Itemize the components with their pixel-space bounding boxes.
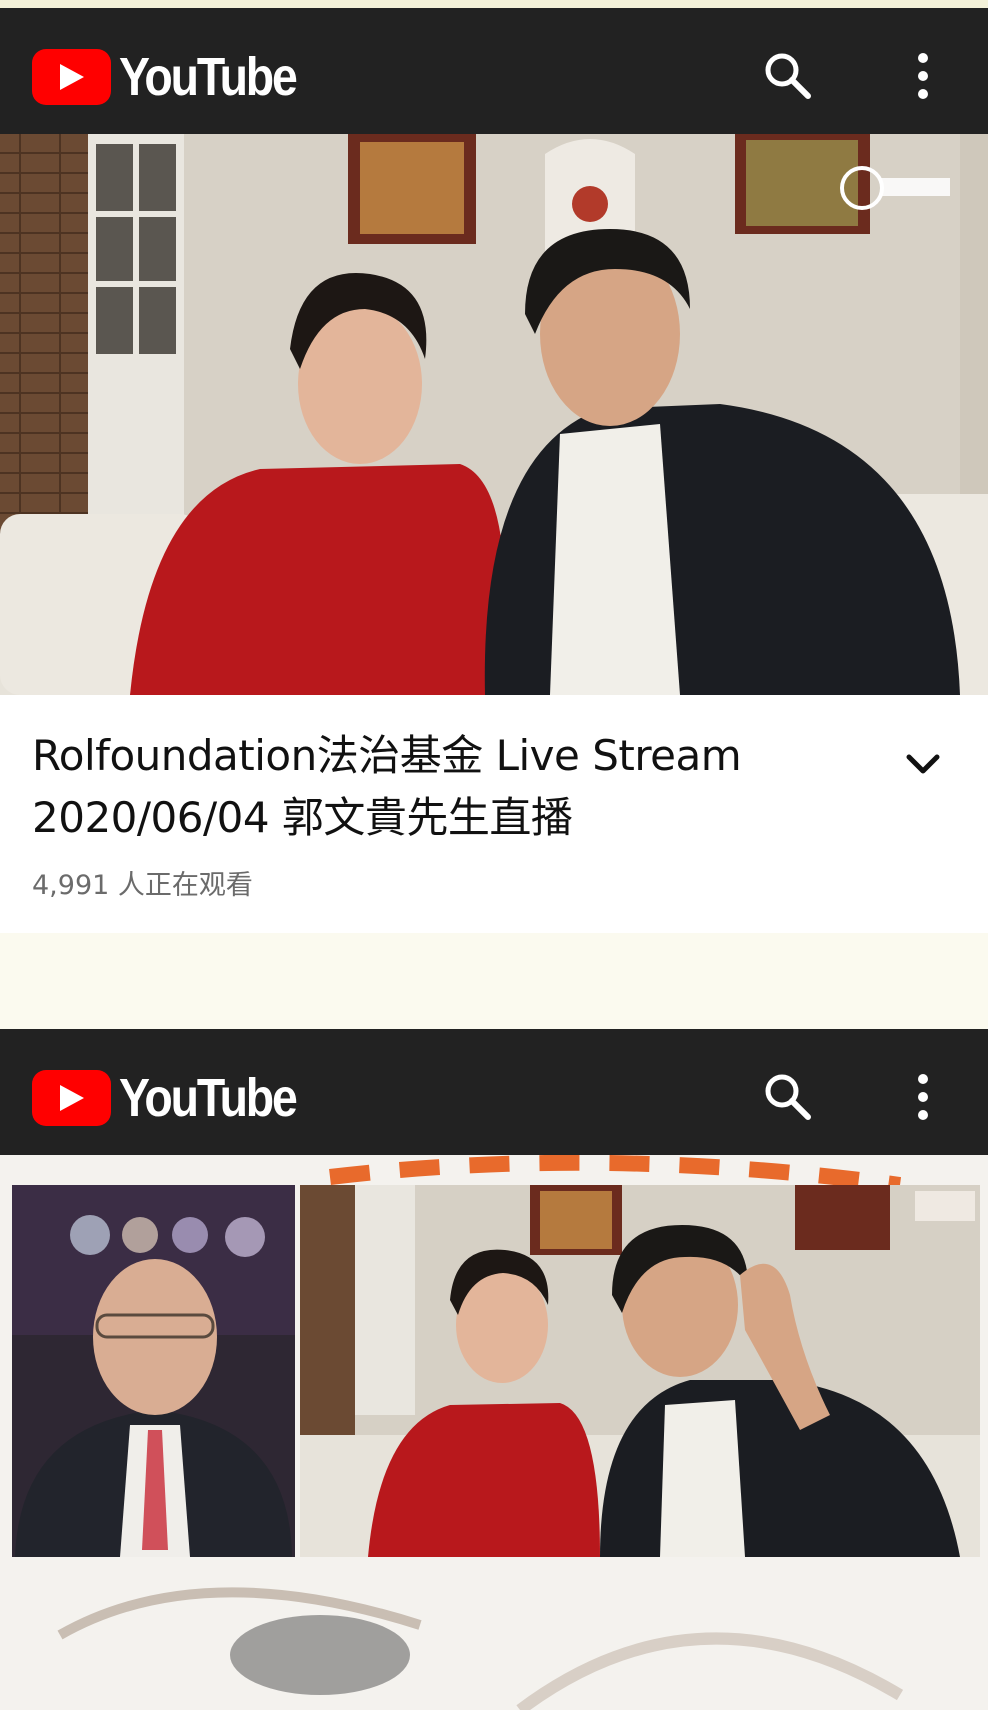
video-frame xyxy=(0,134,988,695)
youtube-play-icon xyxy=(32,49,111,105)
expand-description-button[interactable] xyxy=(896,737,950,791)
youtube-wordmark-2: YouTube xyxy=(119,1068,298,1128)
search-button[interactable] xyxy=(758,46,818,106)
video-player-2[interactable] xyxy=(0,1155,988,1710)
youtube-wordmark: YouTube xyxy=(119,47,298,107)
more-options-button[interactable] xyxy=(893,46,953,106)
youtube-play-icon xyxy=(32,1070,111,1126)
live-viewer-count: 4,991 人正在观看 xyxy=(32,870,253,901)
video-player[interactable] xyxy=(0,134,988,695)
youtube-header-2: YouTube xyxy=(0,1029,988,1155)
video-title-line-1: Rolfoundation法治基金 Live Stream xyxy=(32,731,742,780)
video-info: Rolfoundation法治基金 Live Stream 2020/06/04… xyxy=(0,695,988,933)
chevron-down-icon xyxy=(906,754,940,774)
top-strip xyxy=(0,0,988,8)
video-title[interactable]: Rolfoundation法治基金 Live Stream 2020/06/04… xyxy=(32,725,832,849)
search-icon xyxy=(765,53,811,99)
more-vert-icon xyxy=(918,1074,928,1120)
video-title-line-2: 2020/06/04 郭文貴先生直播 xyxy=(32,793,573,842)
youtube-logo[interactable]: YouTube xyxy=(32,49,324,105)
youtube-logo-2[interactable]: YouTube xyxy=(32,1070,324,1126)
screenshot-divider xyxy=(0,933,988,1029)
more-options-button-2[interactable] xyxy=(893,1067,953,1127)
search-button-2[interactable] xyxy=(758,1067,818,1127)
more-vert-icon xyxy=(918,53,928,99)
youtube-header: YouTube xyxy=(0,8,988,134)
search-icon xyxy=(765,1074,811,1120)
video-frame-2 xyxy=(0,1155,988,1710)
